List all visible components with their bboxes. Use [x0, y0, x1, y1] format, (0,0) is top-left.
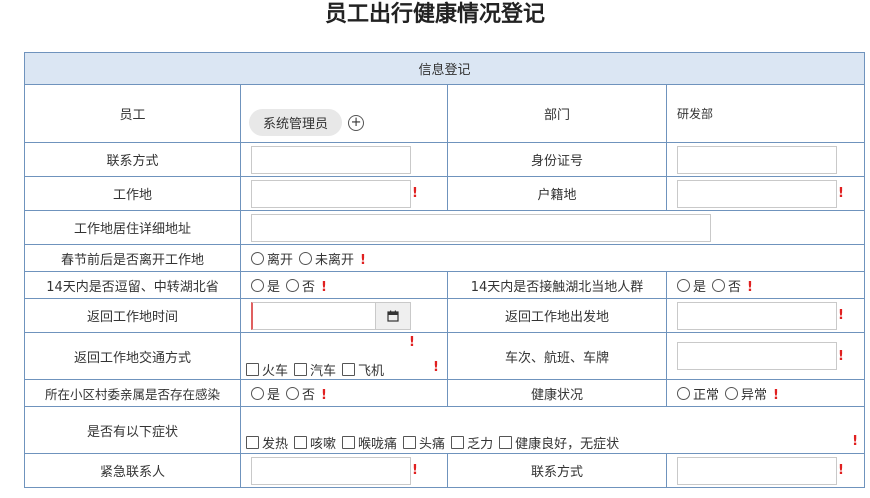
employee-label: 员工	[24, 84, 241, 143]
transport-plane[interactable]: 飞机	[342, 360, 384, 379]
hubei-contact-no[interactable]: 否	[712, 276, 741, 295]
address-input[interactable]	[251, 213, 711, 242]
radio-icon	[725, 386, 739, 400]
hubei-contact-label: 14天内是否接触湖北当地人群	[447, 271, 667, 299]
community-infection-label: 所在小区村委亲属是否存在感染	[24, 379, 241, 407]
hubei-stay-no[interactable]: 否	[286, 276, 315, 295]
checkbox-icon	[342, 436, 356, 449]
id-number-input[interactable]	[677, 145, 837, 174]
employee-tag[interactable]: 系统管理员	[249, 109, 343, 136]
department-label: 部门	[447, 84, 667, 143]
trip-number-label: 车次、航班、车牌	[447, 332, 667, 380]
required-mark: !	[747, 279, 753, 295]
health-abnormal[interactable]: 异常	[725, 384, 767, 403]
emergency-phone-input[interactable]	[677, 456, 837, 485]
department-value: 研发部	[677, 107, 714, 121]
health-status-label: 健康状况	[447, 379, 667, 407]
required-mark: !	[321, 387, 327, 403]
radio-icon	[251, 278, 264, 292]
radio-icon	[299, 251, 313, 265]
checkbox-icon	[499, 436, 513, 449]
registration-form: 信息登记 员工 系统管理员 + 部门 研发部 联系方式 身份证号 工作地 ! 户籍…	[23, 52, 866, 488]
id-number-label: 身份证号	[447, 142, 667, 177]
symptom-fatigue[interactable]: 乏力	[451, 433, 493, 452]
department-cell: 研发部	[665, 84, 866, 143]
employee-cell: 系统管理员 +	[240, 84, 448, 143]
community-infection-yes[interactable]: 是	[251, 384, 280, 403]
required-mark: !	[838, 348, 844, 364]
page-title: 员工出行健康情况登记	[324, 2, 545, 27]
required-mark: !	[838, 186, 844, 201]
workplace-label: 工作地	[24, 176, 241, 211]
required-mark: !	[838, 463, 844, 478]
emergency-phone-label: 联系方式	[447, 453, 667, 488]
required-mark: !	[433, 360, 439, 375]
return-from-input[interactable]	[677, 301, 837, 330]
checkbox-icon	[294, 436, 308, 449]
return-time-label: 返回工作地时间	[24, 298, 241, 333]
radio-icon	[712, 278, 726, 292]
checkbox-icon	[403, 436, 417, 449]
hubei-stay-label: 14天内是否逗留、中转湖北省	[24, 271, 241, 299]
checkbox-icon	[246, 363, 259, 376]
checkbox-icon	[294, 363, 308, 376]
radio-icon	[677, 386, 690, 400]
health-normal[interactable]: 正常	[677, 384, 719, 403]
return-from-label: 返回工作地出发地	[447, 298, 667, 333]
radio-icon	[251, 251, 264, 265]
huji-label: 户籍地	[447, 176, 667, 211]
calendar-icon[interactable]	[375, 302, 410, 329]
return-time-input[interactable]	[251, 301, 411, 330]
radio-icon	[677, 278, 690, 292]
required-mark: !	[412, 186, 418, 201]
transport-label: 返回工作地交通方式	[24, 332, 241, 380]
address-label: 工作地居住详细地址	[24, 210, 241, 245]
required-mark: !	[360, 252, 366, 268]
community-infection-no[interactable]: 否	[286, 384, 315, 403]
huji-input[interactable]	[677, 179, 837, 208]
hubei-stay-yes[interactable]: 是	[251, 276, 280, 295]
required-mark: !	[838, 308, 844, 323]
radio-icon	[251, 386, 264, 400]
symptom-healthy[interactable]: 健康良好，无症状	[499, 433, 619, 452]
section-header: 信息登记	[23, 52, 866, 85]
leave-option-yes[interactable]: 离开	[251, 249, 293, 268]
symptom-headache[interactable]: 头痛	[403, 433, 445, 452]
symptom-sore-throat[interactable]: 喉咙痛	[342, 433, 397, 452]
emergency-contact-input[interactable]	[251, 456, 411, 485]
radio-icon	[286, 278, 300, 292]
trip-number-input[interactable]	[677, 342, 837, 370]
required-mark: !	[409, 335, 415, 350]
leave-option-no[interactable]: 未离开	[299, 249, 354, 268]
required-mark: !	[773, 387, 779, 403]
required-mark: !	[321, 279, 327, 295]
required-mark: !	[852, 434, 859, 449]
leave-label: 春节前后是否离开工作地	[24, 244, 241, 272]
contact-input[interactable]	[251, 145, 411, 174]
symptom-fever[interactable]: 发热	[246, 433, 288, 452]
radio-icon	[286, 386, 300, 400]
required-mark: !	[412, 463, 418, 478]
hubei-contact-yes[interactable]: 是	[677, 276, 706, 295]
checkbox-icon	[451, 436, 465, 449]
checkbox-icon	[342, 363, 356, 376]
transport-train[interactable]: 火车	[246, 360, 288, 379]
symptom-cough[interactable]: 咳嗽	[294, 433, 336, 452]
symptoms-label: 是否有以下症状	[24, 406, 241, 454]
emergency-contact-label: 紧急联系人	[24, 453, 241, 488]
workplace-input[interactable]	[251, 179, 411, 208]
plus-circle-icon[interactable]: +	[348, 114, 365, 131]
checkbox-icon	[246, 436, 259, 449]
transport-bus[interactable]: 汽车	[294, 360, 336, 379]
contact-label: 联系方式	[24, 142, 241, 177]
